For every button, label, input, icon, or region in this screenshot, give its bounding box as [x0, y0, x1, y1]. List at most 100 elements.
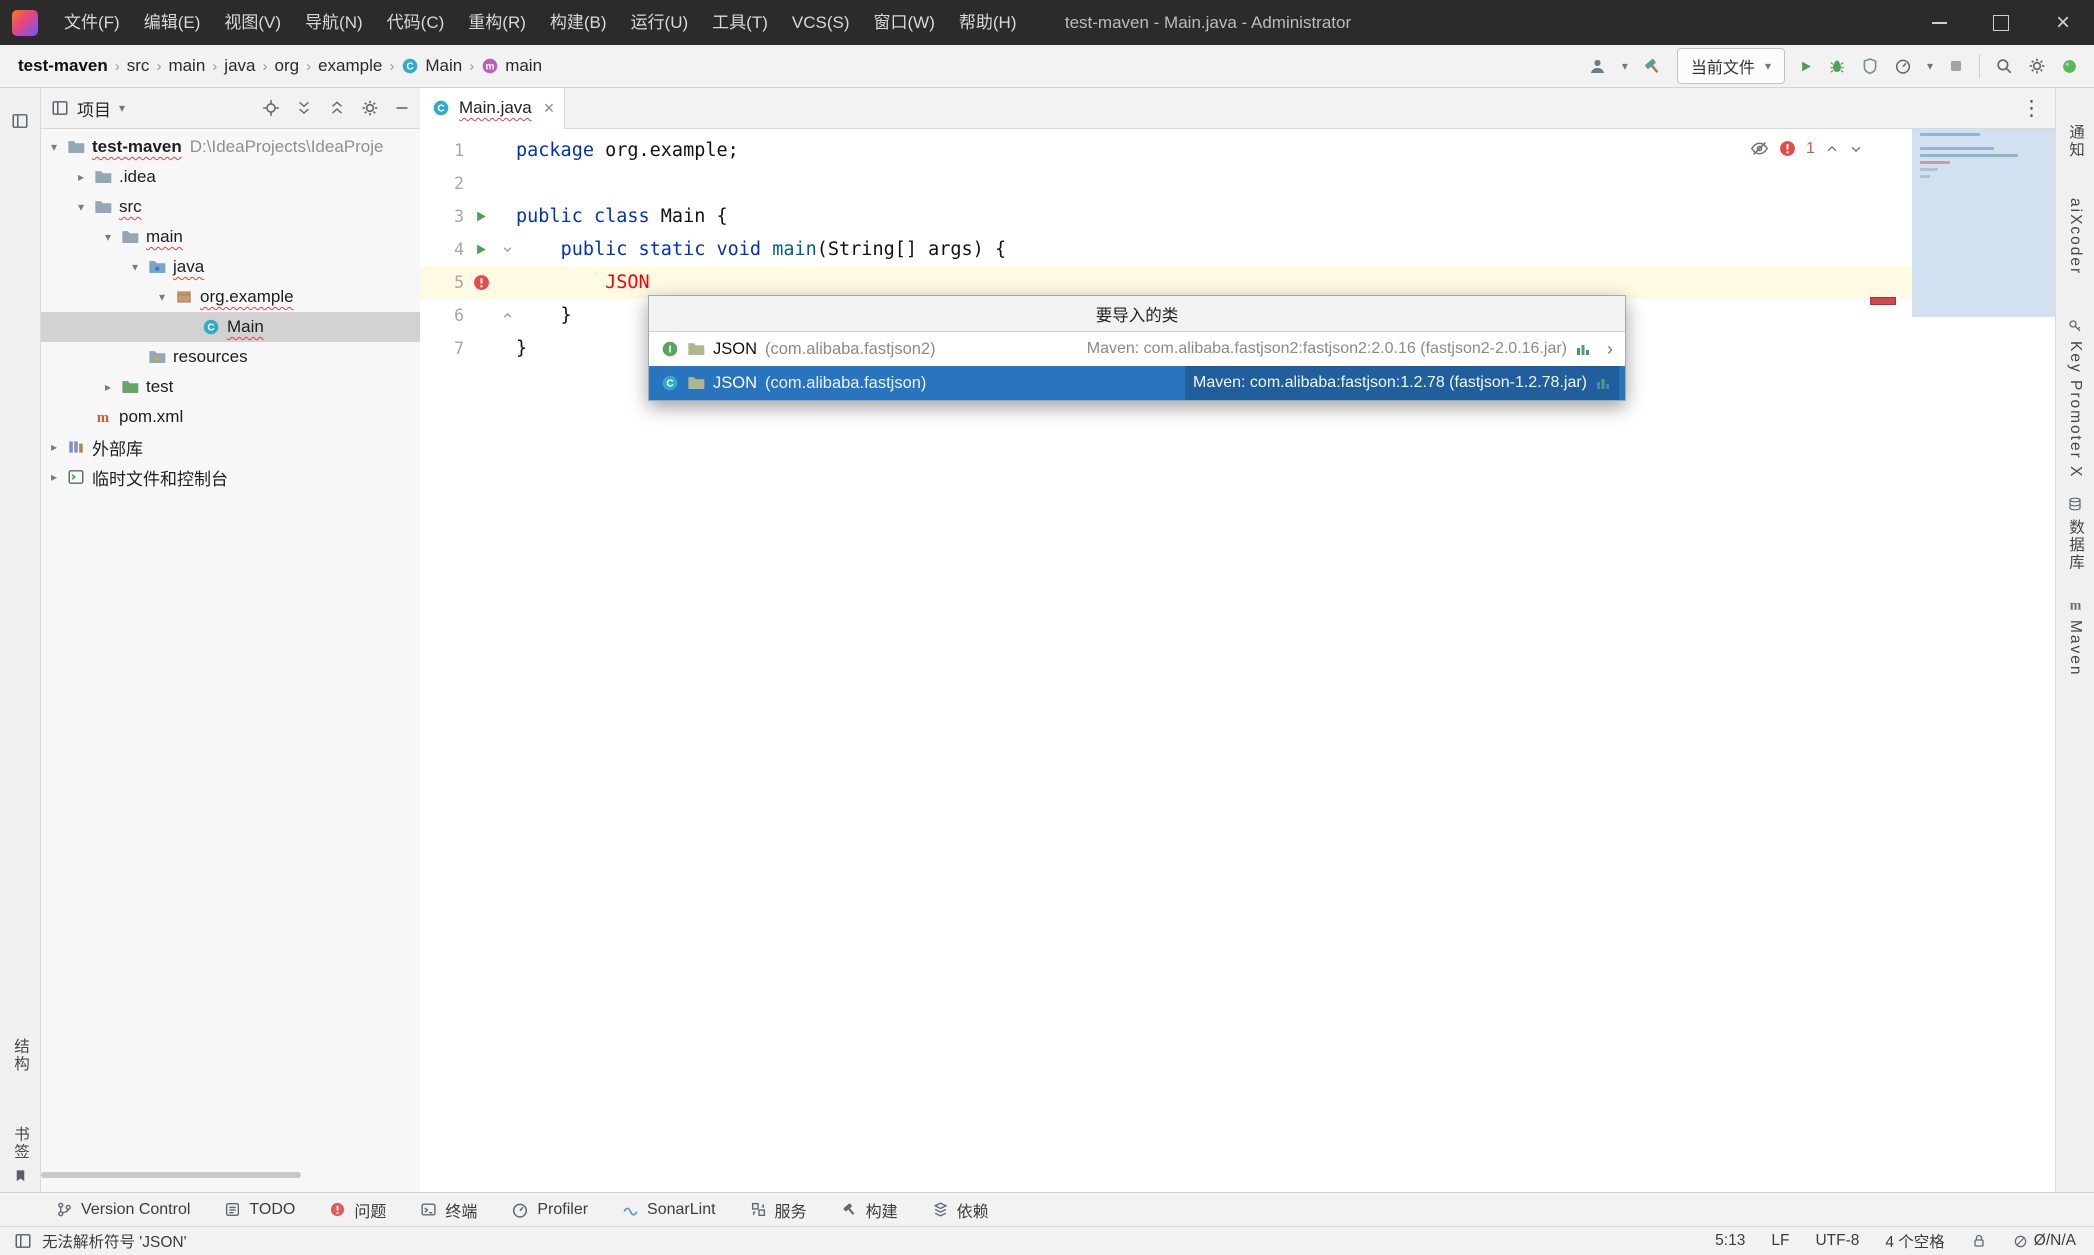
- tree-chevron-icon[interactable]: ▸: [97, 380, 119, 394]
- tree-item-node-11[interactable]: ▸临时文件和控制台: [41, 462, 420, 492]
- highlighting-level-icon[interactable]: [1750, 139, 1769, 158]
- stripe-tab-0-button[interactable]: 通知: [2064, 124, 2086, 159]
- minimap[interactable]: [1912, 129, 2056, 317]
- tree-chevron-icon[interactable]: ▸: [43, 440, 65, 454]
- tree-chevron-icon[interactable]: ▸: [70, 170, 92, 184]
- bottom-tab-8[interactable]: 依赖: [932, 1198, 989, 1222]
- stripe-project-button[interactable]: [11, 112, 29, 130]
- tree-item-main[interactable]: CMain: [41, 312, 420, 342]
- stripe-bookmarks-button[interactable]: 书签: [9, 1126, 31, 1183]
- popup-item-1[interactable]: CJSON(com.alibaba.fastjson)Maven: com.al…: [649, 366, 1625, 400]
- error-indicator-icon[interactable]: [1779, 140, 1796, 157]
- breadcrumb-org[interactable]: org: [274, 56, 299, 76]
- tree-chevron-icon[interactable]: ▸: [43, 470, 65, 484]
- menu-code[interactable]: 代码(C): [375, 0, 457, 45]
- popup-item-0[interactable]: IJSON(com.alibaba.fastjson2)Maven: com.a…: [649, 332, 1625, 366]
- menu-vcs[interactable]: VCS(S): [780, 0, 862, 45]
- menu-run[interactable]: 运行(U): [619, 0, 701, 45]
- tree-item-.idea[interactable]: ▸.idea: [41, 162, 420, 192]
- tree-item-test-maven[interactable]: ▾test-mavenD:\IdeaProjects\IdeaProje: [41, 132, 420, 162]
- error-gutter-icon[interactable]: [464, 274, 498, 291]
- line-ending[interactable]: LF: [1771, 1232, 1789, 1250]
- tree-item-node-10[interactable]: ▸外部库: [41, 432, 420, 462]
- tree-item-test[interactable]: ▸test: [41, 372, 420, 402]
- tool-windows-toggle-icon[interactable]: [14, 1232, 32, 1250]
- close-button[interactable]: ×: [2032, 0, 2094, 45]
- tree-item-pom.xml[interactable]: mpom.xml: [41, 402, 420, 432]
- code-line-4[interactable]: 4 public static void main(String[] args)…: [420, 233, 2056, 266]
- chevron-down-icon[interactable]: ▾: [119, 101, 125, 115]
- profiler-button[interactable]: [1894, 57, 1912, 75]
- run-gutter-icon[interactable]: [464, 210, 498, 223]
- project-panel-title[interactable]: 项目: [77, 96, 111, 121]
- tree-chevron-icon[interactable]: ▾: [124, 260, 146, 274]
- more-run-options-icon[interactable]: ▾: [1927, 59, 1933, 73]
- build-project-button[interactable]: [1643, 57, 1662, 76]
- settings-button[interactable]: [2028, 57, 2046, 75]
- stripe-structure-button[interactable]: 结构: [9, 1038, 31, 1073]
- tree-chevron-icon[interactable]: ▾: [70, 200, 92, 214]
- fold-marker-icon[interactable]: [498, 244, 516, 255]
- tree-item-src[interactable]: ▾src: [41, 192, 420, 222]
- run-gutter-icon[interactable]: [464, 243, 498, 256]
- menu-navigate[interactable]: 导航(N): [293, 0, 375, 45]
- tree-item-java[interactable]: ▾java: [41, 252, 420, 282]
- expand-all-button[interactable]: [295, 99, 313, 117]
- indent-setting[interactable]: 4 个空格: [1885, 1230, 1944, 1252]
- breadcrumb-test-maven[interactable]: test-maven: [18, 56, 108, 76]
- bottom-tab-3[interactable]: 终端: [420, 1198, 477, 1222]
- tree-item-org.example[interactable]: ▾org.example: [41, 282, 420, 312]
- code-editor[interactable]: 1package org.example;23public class Main…: [420, 129, 2056, 1192]
- stripe-maven-button[interactable]: mMaven: [2066, 596, 2084, 677]
- tree-item-resources[interactable]: resources: [41, 342, 420, 372]
- panel-options-button[interactable]: [361, 99, 379, 117]
- maximize-button[interactable]: [1970, 0, 2032, 45]
- debug-button[interactable]: [1828, 57, 1846, 75]
- menu-window[interactable]: 窗口(W): [862, 0, 947, 45]
- bottom-tab-version-control[interactable]: Version Control: [56, 1201, 190, 1219]
- breadcrumb-src[interactable]: src: [127, 56, 150, 76]
- ide-status-icon[interactable]: [2061, 58, 2078, 75]
- menu-build[interactable]: 构建(B): [538, 0, 619, 45]
- stripe-aixcoder-button[interactable]: aiXcoder: [2066, 198, 2084, 275]
- prev-error-button[interactable]: [1825, 142, 1839, 156]
- breadcrumb-example[interactable]: example: [318, 56, 382, 76]
- caret-position[interactable]: 5:13: [1715, 1232, 1745, 1250]
- menu-refactor[interactable]: 重构(R): [456, 0, 538, 45]
- tree-chevron-icon[interactable]: ▾: [151, 290, 173, 304]
- bottom-tab-sonarlint[interactable]: SonarLint: [622, 1201, 716, 1219]
- run-button[interactable]: [1800, 60, 1813, 73]
- menu-edit[interactable]: 编辑(E): [132, 0, 213, 45]
- tree-item-main[interactable]: ▾main: [41, 222, 420, 252]
- readonly-lock-icon[interactable]: [1971, 1233, 1987, 1249]
- fold-marker-icon[interactable]: [498, 310, 516, 321]
- minimize-button[interactable]: [1908, 0, 1970, 45]
- run-config-selector[interactable]: 当前文件 ▾: [1677, 48, 1785, 84]
- breadcrumb-main[interactable]: CMain: [401, 56, 462, 76]
- bottom-tab-todo[interactable]: TODO: [224, 1201, 295, 1219]
- bottom-tab-2[interactable]: 问题: [329, 1198, 386, 1222]
- close-tab-icon[interactable]: ×: [544, 98, 555, 119]
- tree-chevron-icon[interactable]: ▾: [43, 140, 65, 154]
- locate-file-button[interactable]: [262, 99, 280, 117]
- tree-chevron-icon[interactable]: ▾: [97, 230, 119, 244]
- error-stripe-mark[interactable]: [1870, 297, 1896, 305]
- bottom-tab-6[interactable]: 服务: [750, 1198, 807, 1222]
- next-error-button[interactable]: [1849, 142, 1863, 156]
- breadcrumb-main[interactable]: mmain: [481, 56, 542, 76]
- breadcrumb-java[interactable]: java: [224, 56, 255, 76]
- menu-help[interactable]: 帮助(H): [947, 0, 1029, 45]
- project-horizontal-scrollbar[interactable]: [41, 1172, 301, 1178]
- file-encoding[interactable]: UTF-8: [1815, 1232, 1859, 1250]
- bottom-tab-7[interactable]: 构建: [841, 1198, 898, 1222]
- search-everywhere-button[interactable]: [1995, 57, 2013, 75]
- breadcrumb-main[interactable]: main: [168, 56, 205, 76]
- status-na-widget[interactable]: Ø/N/A: [2013, 1232, 2076, 1250]
- stripe-key-promoter-x-button[interactable]: Key Promoter X: [2066, 318, 2084, 478]
- tab-options-icon[interactable]: ⋮: [2021, 96, 2056, 121]
- stripe-tab-3-button[interactable]: 数据库: [2064, 496, 2086, 572]
- code-line-2[interactable]: 2: [420, 167, 2056, 200]
- collapse-all-button[interactable]: [328, 99, 346, 117]
- tab-main-java[interactable]: C Main.java ×: [420, 88, 565, 128]
- hide-panel-button[interactable]: [394, 100, 410, 116]
